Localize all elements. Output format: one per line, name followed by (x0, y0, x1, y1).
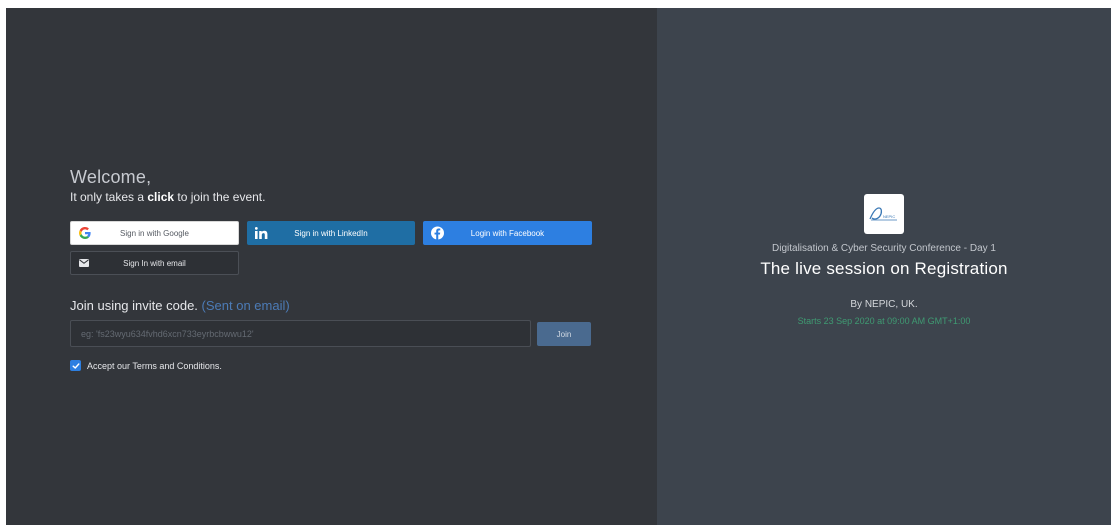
terms-label[interactable]: Accept our Terms and Conditions. (87, 361, 222, 371)
invite-title: Join using invite code. (Sent on email) (70, 298, 290, 313)
event-series: Digitalisation & Cyber Security Conferen… (772, 243, 996, 254)
welcome-subtitle: It only takes a click to join the event. (70, 190, 265, 204)
welcome-prefix: It only takes a (70, 190, 148, 204)
social-login-row: Sign in with Google Sign in with LinkedI… (70, 221, 592, 245)
facebook-login-button[interactable]: Login with Facebook (423, 221, 592, 245)
email-signin-label: Sign In with email (123, 258, 186, 268)
welcome-title: Welcome, (70, 167, 152, 187)
google-signin-label: Sign in with Google (120, 228, 189, 238)
event-organizer: By NEPIC, UK. (850, 299, 918, 310)
event-panel: NEPIC Digitalisation & Cyber Security Co… (657, 8, 1111, 525)
linkedin-signin-button[interactable]: Sign in with LinkedIn (247, 221, 415, 245)
linkedin-signin-label: Sign in with LinkedIn (294, 228, 368, 238)
envelope-icon (79, 259, 89, 267)
logo-text: NEPIC (883, 214, 895, 219)
invite-code-input[interactable] (70, 320, 531, 347)
welcome-bold: click (147, 190, 175, 204)
facebook-login-label: Login with Facebook (470, 228, 545, 238)
nepic-logo: NEPIC (864, 194, 904, 234)
terms-row: Accept our Terms and Conditions. (70, 360, 222, 371)
event-title: The live session on Registration (760, 259, 1008, 278)
google-signin-button[interactable]: Sign in with Google (70, 221, 239, 245)
welcome-suffix: to join the event. (174, 190, 266, 204)
facebook-icon (431, 226, 444, 240)
linkedin-icon (255, 227, 269, 239)
check-icon (72, 362, 79, 369)
event-start-time: Starts 23 Sep 2020 at 09:00 AM GMT+1:00 (797, 316, 971, 326)
email-signin-button[interactable]: Sign In with email (70, 251, 239, 275)
app-frame: Welcome, It only takes a click to join t… (6, 8, 1111, 525)
invite-sent-note: (Sent on email) (201, 298, 290, 313)
terms-checkbox[interactable] (70, 360, 81, 371)
join-button[interactable]: Join (537, 322, 591, 346)
invite-title-text: Join using invite code. (70, 298, 198, 313)
login-panel: Welcome, It only takes a click to join t… (6, 8, 657, 525)
google-icon (79, 227, 91, 239)
